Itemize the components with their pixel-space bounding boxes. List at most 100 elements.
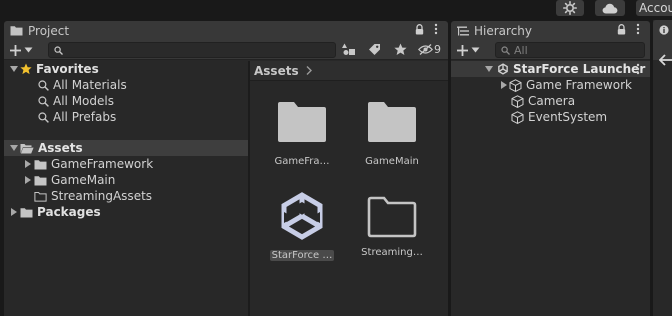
lock-icon[interactable] — [617, 24, 626, 35]
folder-icon — [34, 175, 47, 186]
tree-item-label: GameFramework — [51, 157, 154, 171]
scene-more-options-icon[interactable] — [636, 63, 640, 75]
more-options-icon[interactable] — [434, 23, 438, 35]
collapsed-arrow-icon[interactable] — [8, 208, 20, 216]
favorite-star-icon[interactable] — [394, 43, 407, 59]
tree-item-all-prefabs[interactable]: All Prefabs — [38, 109, 116, 125]
settings-gear-icon — [563, 1, 577, 15]
tree-packages[interactable]: Packages — [8, 204, 101, 220]
cloud-icon — [602, 3, 618, 14]
asset-label: StarForce … — [269, 250, 335, 261]
breadcrumb: Assets — [250, 61, 448, 81]
hidden-packages-toggle[interactable]: 9 — [418, 43, 441, 56]
collapsed-arrow-icon[interactable] — [22, 160, 34, 168]
search-icon — [38, 79, 49, 91]
hierarchy-item-camera[interactable]: Camera — [511, 93, 575, 109]
tree-item-label: StreamingAssets — [51, 189, 153, 203]
search-by-type-icon[interactable] — [342, 43, 356, 59]
hierarchy-item-game-framework[interactable]: Game Framework — [499, 77, 632, 93]
settings-button[interactable] — [556, 0, 584, 16]
gameobject-cube-icon — [511, 94, 524, 108]
empty-folder-icon — [367, 196, 417, 238]
collapsed-arrow-icon[interactable] — [499, 81, 509, 89]
gameobject-cube-icon — [509, 78, 522, 92]
arrow-left-icon[interactable] — [658, 54, 672, 69]
hierarchy-search-input[interactable]: All — [495, 42, 645, 58]
expand-arrow-icon[interactable] — [8, 66, 20, 72]
lock-icon[interactable] — [415, 24, 424, 35]
tree-item-all-models[interactable]: All Models — [38, 93, 114, 109]
hierarchy-item-eventsystem[interactable]: EventSystem — [511, 109, 607, 125]
eye-hidden-icon — [418, 44, 433, 55]
tree-item-gameframework[interactable]: GameFramework — [22, 156, 153, 172]
asset-label: GameMain — [365, 156, 419, 167]
account-dropdown[interactable]: Account — [636, 0, 672, 16]
folder-icon — [20, 207, 33, 218]
hierarchy-item-label: Camera — [528, 94, 576, 108]
breadcrumb-assets[interactable]: Assets — [254, 64, 299, 78]
search-icon — [501, 45, 510, 55]
asset-label: GameFra… — [274, 156, 330, 167]
search-by-label-icon[interactable] — [368, 43, 381, 59]
account-label: Account — [639, 1, 672, 15]
asset-folder-streamingassets[interactable]: Streaming… — [354, 196, 430, 261]
project-search-input[interactable] — [48, 42, 336, 58]
chevron-down-icon — [471, 47, 480, 53]
tree-item-all-materials[interactable]: All Materials — [38, 77, 127, 93]
tree-item-streamingassets[interactable]: StreamingAssets — [34, 188, 152, 204]
top-toolbar: Account — [0, 0, 672, 18]
tab-project[interactable]: Project — [4, 21, 448, 40]
project-tabbar: Project — [4, 20, 448, 40]
unity-logo-icon — [281, 192, 323, 240]
plus-icon — [457, 44, 468, 56]
tree-assets-label: Assets — [38, 141, 83, 155]
hidden-packages-count: 9 — [434, 43, 441, 56]
tree-assets[interactable]: Assets — [4, 140, 248, 156]
hierarchy-search-placeholder: All — [514, 43, 528, 57]
tree-item-label: All Models — [53, 94, 114, 108]
hierarchy-tree: StarForce Launcher Game Framework Camera… — [451, 61, 650, 316]
chevron-right-icon — [306, 66, 312, 75]
asset-label: Streaming… — [361, 247, 423, 258]
asset-scene-starforce[interactable]: StarForce … — [264, 191, 340, 264]
tree-favorites[interactable]: Favorites — [8, 61, 99, 77]
tree-item-label: All Prefabs — [53, 110, 117, 124]
project-panel: Project 9 Favorites All Materials All Mo… — [4, 20, 448, 316]
tree-item-gamemain[interactable]: GameMain — [22, 172, 115, 188]
plus-icon — [10, 44, 21, 56]
create-menu-button[interactable] — [10, 42, 33, 58]
folder-icon — [368, 102, 416, 142]
folder-icon — [34, 159, 47, 170]
expand-arrow-icon[interactable] — [8, 145, 20, 151]
search-icon — [38, 111, 49, 123]
create-menu-button[interactable] — [457, 42, 480, 58]
info-icon — [659, 25, 669, 35]
asset-browser: Assets GameFra… GameMain StarForce … Str… — [250, 61, 448, 316]
unity-scene-icon — [497, 63, 509, 75]
folder-icon — [278, 102, 326, 142]
cloud-button[interactable] — [595, 0, 625, 16]
tab-project-label: Project — [28, 23, 70, 38]
tree-item-label: GameMain — [51, 173, 116, 187]
asset-folder-gameframework[interactable]: GameFra… — [264, 101, 340, 170]
star-icon — [20, 63, 32, 75]
chevron-down-icon — [24, 47, 33, 53]
asset-folder-gamemain[interactable]: GameMain — [354, 101, 430, 170]
hierarchy-panel: Hierarchy All StarForce Launcher Game Fr… — [451, 20, 650, 316]
expand-arrow-icon[interactable] — [483, 66, 495, 72]
list-icon — [457, 26, 469, 36]
tree-packages-label: Packages — [37, 205, 101, 219]
inspector-panel-edge — [653, 20, 672, 316]
empty-folder-icon — [34, 191, 47, 202]
folder-icon — [10, 25, 23, 36]
tab-inspector[interactable] — [653, 20, 672, 40]
hierarchy-toolbar: All — [451, 40, 650, 60]
hierarchy-item-label: Game Framework — [526, 78, 632, 92]
hierarchy-tabbar: Hierarchy — [451, 20, 650, 40]
scene-row[interactable]: StarForce Launcher — [451, 61, 650, 77]
collapsed-arrow-icon[interactable] — [22, 176, 34, 184]
more-options-icon[interactable] — [636, 23, 640, 35]
search-icon — [54, 45, 63, 55]
tree-favorites-label: Favorites — [36, 62, 99, 76]
tree-item-label: All Materials — [53, 78, 127, 92]
